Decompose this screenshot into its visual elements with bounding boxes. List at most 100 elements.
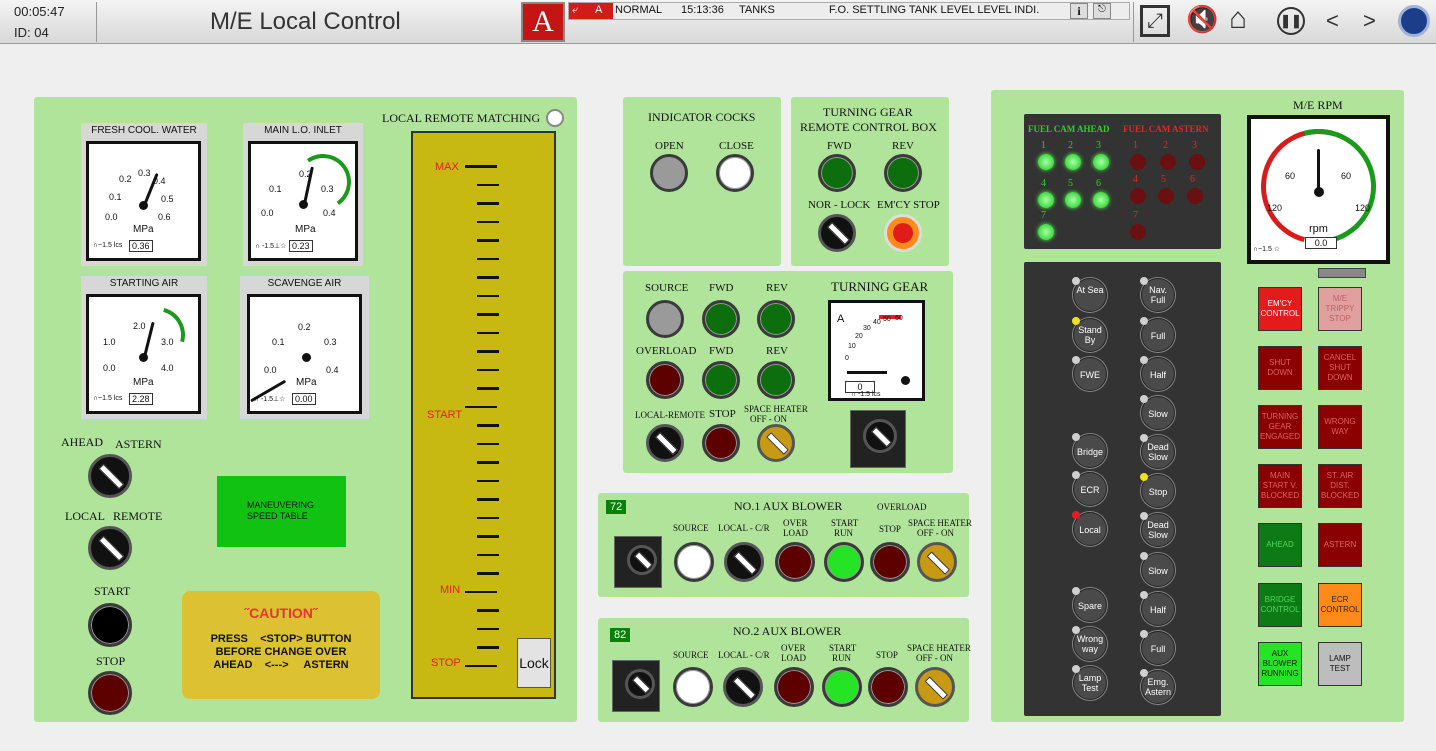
telegraph-button[interactable]: Nav. Full: [1140, 277, 1175, 312]
status-tile[interactable]: SHUT DOWN: [1258, 346, 1302, 390]
telegraph-button[interactable]: Local: [1072, 511, 1107, 546]
cam-number: 7: [1133, 210, 1138, 221]
tg-stop-button[interactable]: [702, 424, 740, 462]
telegraph-button[interactable]: Slow: [1140, 395, 1175, 430]
trip-cover[interactable]: [1318, 268, 1366, 278]
stop-button[interactable]: [88, 671, 132, 715]
home-icon[interactable]: ⌂: [1229, 2, 1247, 36]
fuel-cam-panel: FUEL CAM AHEAD FUEL CAM ASTERN 1 2 3 4 5 6 7 1 2…: [1024, 114, 1221, 249]
tick-label: 0.0: [103, 363, 116, 373]
local-remote-switch[interactable]: [88, 526, 132, 570]
info-icon[interactable]: i: [1070, 3, 1088, 19]
telegraph-button-label: Stop: [1148, 487, 1168, 497]
status-tile[interactable]: CANCEL SHUT DOWN: [1318, 346, 1362, 390]
lock-handle[interactable]: Lock: [517, 638, 551, 688]
status-tile[interactable]: LAMP TEST: [1318, 642, 1362, 686]
cam-astern-led: [1187, 188, 1203, 204]
telegraph-button[interactable]: Slow: [1140, 552, 1175, 587]
sound-off-icon[interactable]: 🔇: [1186, 4, 1218, 35]
status-dot: [1072, 471, 1080, 479]
tg-local-remote-switch[interactable]: [646, 424, 684, 462]
pause-icon[interactable]: ❚❚: [1277, 7, 1305, 35]
telegraph-button[interactable]: Bridge: [1072, 433, 1107, 468]
telegraph-button[interactable]: Dead Slow: [1140, 434, 1175, 469]
telegraph-button-label: Half: [1149, 370, 1166, 380]
nor-lock-switch[interactable]: [818, 214, 856, 252]
heater-label: SPACE HEATER: [908, 518, 972, 528]
rev-label: REV: [766, 282, 788, 294]
status-tile[interactable]: TURNING GEAR ENGAGED: [1258, 405, 1302, 449]
tg-ammeter: A 0 10 20 30 40 50 60 0 ∩ -1.5 lcs: [828, 300, 925, 401]
alarm-bar[interactable]: ⤶ A NORMAL 15:13:36 TANKS F.O. SETTLING …: [568, 2, 1130, 20]
telegraph-button[interactable]: Wrong way: [1072, 626, 1107, 661]
telegraph-button[interactable]: Full: [1140, 630, 1175, 665]
telegraph-button[interactable]: Emg. Astern: [1140, 669, 1175, 704]
fullscreen-icon[interactable]: ⤢: [1140, 5, 1170, 37]
blower-2-stop-button[interactable]: [868, 667, 908, 707]
telegraph-button[interactable]: Stop: [1140, 473, 1175, 508]
scale-tick: [477, 350, 499, 353]
ahead-astern-switch[interactable]: [88, 454, 132, 498]
alarm-list-icon[interactable]: ⎋: [1093, 3, 1111, 19]
status-tile[interactable]: ECR CONTROL: [1318, 583, 1362, 627]
start-button[interactable]: [88, 603, 132, 647]
session-id: ID: 04: [14, 25, 49, 40]
tick-label: 120: [1267, 203, 1283, 213]
telegraph-button[interactable]: Dead Slow: [1140, 512, 1175, 547]
telegraph-button[interactable]: Half: [1140, 591, 1175, 626]
status-dot: [1072, 277, 1080, 285]
telegraph-button[interactable]: At Sea: [1072, 277, 1107, 312]
blower-1-start-button[interactable]: [824, 542, 864, 582]
emcy-stop-button[interactable]: [884, 214, 922, 252]
telegraph-button[interactable]: Spare: [1072, 587, 1107, 622]
blower-1-heater-switch[interactable]: [917, 542, 957, 582]
tg-selector[interactable]: [850, 410, 906, 468]
telegraph-button[interactable]: Lamp Test: [1072, 665, 1107, 700]
overload-label: LOAD: [781, 653, 806, 663]
blower-1-selector[interactable]: [614, 536, 662, 588]
telegraph-button[interactable]: FWE: [1072, 356, 1107, 391]
blower-2-start-button[interactable]: [822, 667, 862, 707]
telegraph-button[interactable]: Stand By: [1072, 317, 1107, 352]
blower-2-selector[interactable]: [612, 660, 660, 712]
status-tile[interactable]: MAIN START V. BLOCKED: [1258, 464, 1302, 508]
cam-ahead-led: [1065, 192, 1081, 208]
meter-class: ∩ -1.5 lcs: [851, 391, 881, 398]
telegraph-button-label: Slow: [1148, 566, 1168, 576]
status-tile[interactable]: AUX BLOWER RUNNING: [1258, 642, 1302, 686]
open-lamp[interactable]: [650, 154, 688, 192]
blower-1-local-switch[interactable]: [724, 542, 764, 582]
tg-heater-switch[interactable]: [757, 424, 795, 462]
blower-2-heater-switch[interactable]: [915, 667, 955, 707]
blower-1-stop-button[interactable]: [870, 542, 910, 582]
stop-label: STOP: [709, 408, 736, 420]
next-button[interactable]: >: [1363, 8, 1376, 34]
ahead-label: AHEAD: [61, 435, 103, 449]
telegraph-button[interactable]: Full: [1140, 317, 1175, 352]
tick-label: 2.0: [133, 321, 146, 331]
status-tile[interactable]: ST. AIR DIST. BLOCKED: [1318, 464, 1362, 508]
page-title: M/E Local Control: [210, 8, 401, 35]
starting-air-gauge: STARTING AIR 0.0 1.0 2.0 3.0 4.0 MPa ∩~1…: [81, 276, 207, 419]
status-tile[interactable]: WRONG WAY: [1318, 405, 1362, 449]
cam-number: 6: [1190, 174, 1195, 185]
tick-label: 0.2: [298, 322, 311, 332]
blower-2-local-switch[interactable]: [723, 667, 763, 707]
alarm-logo[interactable]: A: [521, 2, 565, 42]
fuel-handle-scale[interactable]: MAX START MIN STOP Lock: [411, 131, 556, 699]
close-lamp[interactable]: [716, 154, 754, 192]
speed-table-button[interactable]: MANEUVERING SPEED TABLE: [217, 476, 346, 547]
start-label: START: [829, 643, 857, 653]
prev-button[interactable]: <: [1326, 8, 1339, 34]
status-tile[interactable]: BRIDGE CONTROL: [1258, 583, 1302, 627]
tg-fwd-lamp[interactable]: [818, 154, 856, 192]
telegraph-button[interactable]: Half: [1140, 356, 1175, 391]
status-tile[interactable]: M/E TRIPPY STOP: [1318, 287, 1362, 331]
tg-rev-lamp[interactable]: [884, 154, 922, 192]
tg-fwd-button[interactable]: [702, 361, 740, 399]
status-tile[interactable]: ASTERN: [1318, 523, 1362, 567]
telegraph-button[interactable]: ECR: [1072, 471, 1107, 506]
tg-rev-button[interactable]: [757, 361, 795, 399]
status-tile[interactable]: AHEAD: [1258, 523, 1302, 567]
status-tile[interactable]: EM'CY CONTROL: [1258, 287, 1302, 331]
